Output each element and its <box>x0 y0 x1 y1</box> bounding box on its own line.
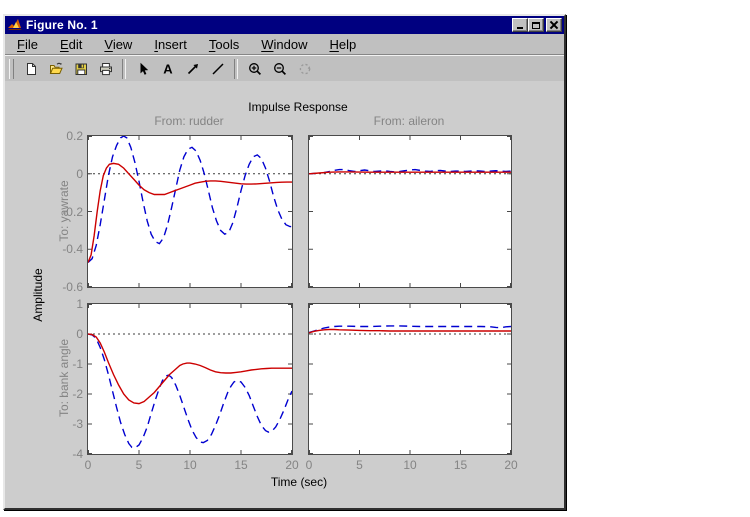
maximize-button[interactable] <box>528 18 544 32</box>
print-icon <box>98 61 114 77</box>
toolbar-separator <box>234 59 238 79</box>
new-document-button[interactable] <box>19 58 42 80</box>
series-blue-dashed <box>88 136 292 263</box>
pointer-button[interactable] <box>131 58 154 80</box>
series-red-solid <box>88 163 292 262</box>
column-title-rudder: From: rudder <box>154 114 223 128</box>
plot-yawrate-from-rudder[interactable] <box>87 135 293 288</box>
amplitude-label: Amplitude <box>31 268 45 321</box>
x-tick-label: 20 <box>504 458 517 472</box>
y-tick-label: -4 <box>72 447 83 461</box>
series-red-solid <box>309 330 511 333</box>
x-tick-label: 0 <box>306 458 313 472</box>
toolbar-gripper[interactable] <box>9 59 14 79</box>
figure-window: Figure No. 1 File Edit View Insert Tools Wind… <box>3 14 566 510</box>
open-folder-button[interactable] <box>44 58 67 80</box>
y-tick-label: 0 <box>76 167 83 181</box>
y-tick-label: 1 <box>76 297 83 311</box>
x-tick-label: 10 <box>403 458 416 472</box>
series-red-solid <box>88 334 292 404</box>
zoom-out-icon <box>272 61 288 77</box>
plot-surface <box>88 136 292 287</box>
y-tick-label: 0.2 <box>66 129 83 143</box>
plot-yawrate-from-aileron[interactable] <box>308 135 512 288</box>
text-annotation-button[interactable]: A <box>156 58 179 80</box>
minimize-button[interactable] <box>512 18 528 32</box>
x-tick-label: 5 <box>136 458 143 472</box>
text-annotation-icon: A <box>160 61 176 77</box>
print-button[interactable] <box>94 58 117 80</box>
figure-canvas: Impulse Response From: rudder From: aile… <box>5 81 564 508</box>
close-icon <box>550 21 559 29</box>
window-title: Figure No. 1 <box>26 18 512 32</box>
time-axis-label: Time (sec) <box>271 475 327 489</box>
line-annotation-icon <box>210 61 226 77</box>
maximize-icon <box>532 22 540 29</box>
plot-bank-angle-from-aileron[interactable] <box>308 303 512 455</box>
menu-file[interactable]: File <box>9 35 46 54</box>
line-annotation-button[interactable] <box>206 58 229 80</box>
close-button[interactable] <box>546 18 562 32</box>
plot-title: Impulse Response <box>248 100 347 114</box>
arrow-annotation-button[interactable] <box>181 58 204 80</box>
matlab-logo-icon <box>7 18 23 32</box>
x-tick-label: 15 <box>454 458 467 472</box>
y-tick-label: -1 <box>72 357 83 371</box>
row-label-bank-angle: To: bank angle <box>57 339 71 417</box>
y-tick-label: -0.6 <box>62 280 83 294</box>
y-tick-label: -0.4 <box>62 242 83 256</box>
rotate-3d-button[interactable] <box>293 58 316 80</box>
plot-surface <box>88 304 292 454</box>
title-bar[interactable]: Figure No. 1 <box>5 16 564 34</box>
y-tick-label: -2 <box>72 387 83 401</box>
pointer-icon <box>135 61 151 77</box>
save-button[interactable] <box>69 58 92 80</box>
menu-tools[interactable]: Tools <box>201 35 247 54</box>
menu-bar: File Edit View Insert Tools Window Help <box>5 34 564 55</box>
x-tick-label: 0 <box>85 458 92 472</box>
x-tick-label: 5 <box>356 458 363 472</box>
rotate-3d-icon <box>297 61 313 77</box>
series-blue-dashed <box>88 334 292 448</box>
y-tick-label: -3 <box>72 417 83 431</box>
save-icon <box>73 61 89 77</box>
menu-help[interactable]: Help <box>321 35 364 54</box>
desktop: { "window": { "title": "Figure No. 1", "… <box>0 0 750 517</box>
x-tick-label: 20 <box>285 458 298 472</box>
open-folder-icon <box>48 61 64 77</box>
toolbar-separator <box>122 59 126 79</box>
menu-insert[interactable]: Insert <box>146 35 195 54</box>
arrow-annotation-icon <box>185 61 201 77</box>
minimize-icon <box>517 27 523 29</box>
plot-surface <box>309 136 511 287</box>
column-title-aileron: From: aileron <box>374 114 445 128</box>
y-tick-label: -0.2 <box>62 205 83 219</box>
zoom-out-button[interactable] <box>268 58 291 80</box>
svg-text:A: A <box>163 61 173 76</box>
y-tick-label: 0 <box>76 327 83 341</box>
menu-view[interactable]: View <box>96 35 140 54</box>
menu-edit[interactable]: Edit <box>52 35 90 54</box>
new-document-icon <box>23 61 39 77</box>
toolbar: A <box>5 55 564 83</box>
plot-bank-angle-from-rudder[interactable] <box>87 303 293 455</box>
plot-surface <box>309 304 511 454</box>
zoom-in-button[interactable] <box>243 58 266 80</box>
x-tick-label: 15 <box>234 458 247 472</box>
zoom-in-icon <box>247 61 263 77</box>
menu-window[interactable]: Window <box>253 35 315 54</box>
x-tick-label: 10 <box>183 458 196 472</box>
